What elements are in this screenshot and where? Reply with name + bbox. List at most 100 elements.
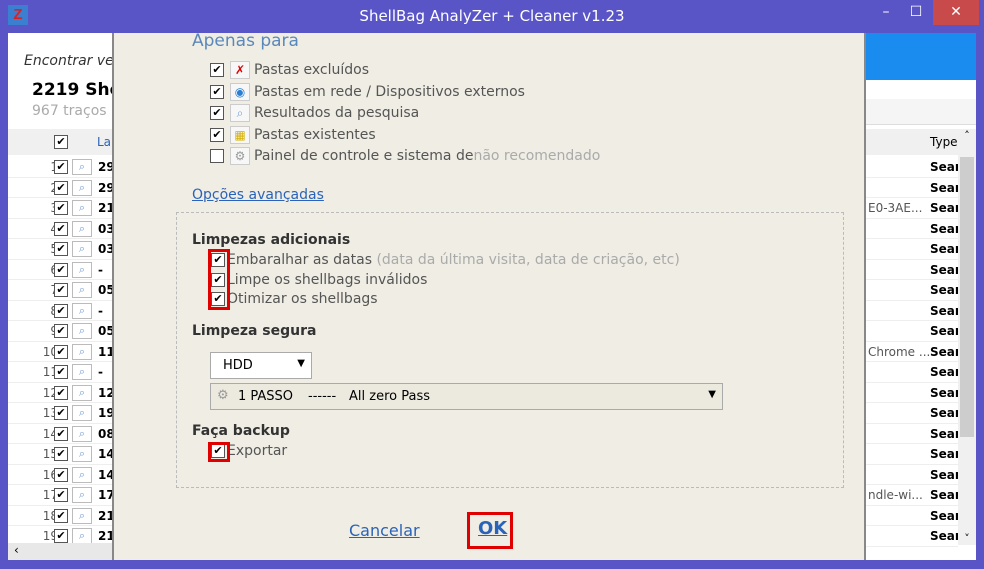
magnifier-icon[interactable]: ⌕ [72,466,92,483]
list-row-right[interactable]: Sear [866,403,958,424]
list-row-right[interactable]: Sear [866,321,958,342]
row-checkbox[interactable]: ✔ [54,529,68,543]
only-for-option[interactable]: ✔ ✗ Pastas excluídos [210,61,369,79]
extra-cleaning-option[interactable]: ✔ Otimizar os shellbags [211,291,378,307]
minimize-button[interactable]: – [872,0,900,25]
list-row-right[interactable]: Sear [866,239,958,260]
list-row[interactable]: 13 ✔ ⌕ 19 [8,403,112,424]
only-for-option[interactable]: ✔ ⌕ Resultados da pesquisa [210,104,419,122]
magnifier-icon[interactable]: ⌕ [72,159,92,175]
only-for-option[interactable]: ✔ ◉ Pastas em rede / Dispositivos externos [210,82,525,101]
list-row[interactable]: 15 ✔ ⌕ 14 [8,444,112,465]
option-checkbox[interactable]: ✔ [210,63,224,77]
list-row-right[interactable]: Sear [866,178,958,198]
list-row-right[interactable]: Sear [866,465,958,485]
magnifier-icon[interactable]: ⌕ [72,343,92,360]
column-header-last[interactable]: La [97,135,111,149]
list-row-right[interactable]: Sear [866,383,958,403]
row-checkbox[interactable]: ✔ [54,344,68,359]
row-checkbox[interactable]: ✔ [54,303,68,318]
list-row-right[interactable]: ndle-wi... Sear [866,485,958,506]
list-row-right[interactable]: Sear [866,362,958,383]
magnifier-icon[interactable]: ⌕ [72,302,92,319]
extra-cleaning-option[interactable]: ✔ Embaralhar as datas (data da última vis… [211,252,680,268]
scroll-up-icon[interactable]: ˄ [958,129,976,142]
list-row-right[interactable]: Sear [866,506,958,526]
horizontal-scrollbar[interactable]: ‹ [8,543,112,560]
vertical-scrollbar[interactable]: ˄ ˅ [958,129,976,545]
row-checkbox[interactable]: ✔ [54,365,68,379]
list-row[interactable]: 14 ✔ ⌕ 08 [8,424,112,444]
maximize-button[interactable]: ☐ [902,0,930,25]
option-checkbox[interactable]: ✔ [210,106,224,120]
magnifier-icon[interactable]: ⌕ [72,507,92,524]
row-checkbox[interactable]: ✔ [54,201,68,215]
magnifier-icon[interactable]: ⌕ [72,364,92,380]
magnifier-icon[interactable]: ⌕ [72,282,92,298]
extra-cleaning-option[interactable]: ✔ Limpe os shellbags inválidos [211,272,427,288]
magnifier-icon[interactable]: ⌕ [72,261,92,278]
list-row[interactable]: 3✔⌕21 [8,198,112,219]
magnifier-icon[interactable]: ⌕ [72,323,92,339]
list-row-right[interactable]: Sear [866,424,958,444]
row-checkbox[interactable]: ✔ [54,283,68,297]
list-row-right[interactable]: Chrome ... Sear [866,342,958,362]
only-for-option[interactable]: ✔ ▦ Pastas existentes [210,125,376,144]
row-checkbox[interactable]: ✔ [54,426,68,441]
list-row[interactable]: 4✔⌕03 [8,219,112,239]
list-row-right[interactable]: Sear [866,526,958,547]
list-row[interactable]: 10 ✔ ⌕ 11 [8,342,112,362]
cancel-button[interactable]: Cancelar [349,521,420,540]
magnifier-icon[interactable]: ⌕ [72,179,92,196]
list-row-right[interactable]: Sear [866,260,958,280]
list-row[interactable]: 6✔⌕- [8,260,112,280]
magnifier-icon[interactable]: ⌕ [72,220,92,237]
row-checkbox[interactable]: ✔ [54,406,68,420]
option-checkbox[interactable] [210,149,224,163]
list-row-right[interactable]: Sear [866,301,958,321]
disk-type-select[interactable]: HDD ▼ [210,352,312,379]
row-checkbox[interactable]: ✔ [54,385,68,400]
list-row[interactable]: 16 ✔ ⌕ 14 [8,465,112,485]
row-checkbox[interactable]: ✔ [54,160,68,174]
list-row-right[interactable]: Sear [866,157,958,178]
list-row[interactable]: 9✔⌕05 [8,321,112,342]
magnifier-icon[interactable]: ⌕ [72,241,92,257]
magnifier-icon[interactable]: ⌕ [72,405,92,421]
only-for-option[interactable]: ⚙ Painel de controle e sistema denão reco… [210,147,600,165]
magnifier-icon[interactable]: ⌕ [72,487,92,503]
magnifier-icon[interactable]: ⌕ [72,425,92,442]
magnifier-icon[interactable]: ⌕ [72,200,92,216]
select-all-checkbox[interactable]: ✔ [54,135,68,149]
wipe-pass-select[interactable]: ⚙ 1 PASSO ------ All zero Pass ▼ [210,383,723,410]
list-row-right[interactable]: Sear [866,280,958,301]
list-row[interactable]: 2✔⌕29 [8,178,112,198]
list-row[interactable]: 11 ✔ ⌕ - [8,362,112,383]
row-checkbox[interactable]: ✔ [54,180,68,195]
list-row-right[interactable]: E0-3AE... Sear [866,198,958,219]
magnifier-icon[interactable]: ⌕ [72,528,92,544]
row-checkbox[interactable]: ✔ [54,488,68,502]
list-row[interactable]: 5✔⌕03 [8,239,112,260]
list-row-right[interactable]: Sear [866,444,958,465]
list-row[interactable]: 12 ✔ ⌕ 12 [8,383,112,403]
row-checkbox[interactable]: ✔ [54,242,68,256]
row-checkbox[interactable]: ✔ [54,262,68,277]
column-header-type[interactable]: Type [930,135,958,149]
option-checkbox[interactable]: ✔ [210,127,224,142]
row-checkbox[interactable]: ✔ [54,508,68,523]
scroll-down-icon[interactable]: ˅ [958,532,976,545]
row-checkbox[interactable]: ✔ [54,221,68,236]
list-row[interactable]: 17 ✔ ⌕ 17 [8,485,112,506]
list-row[interactable]: 18 ✔ ⌕ 21 [8,506,112,526]
advanced-options-link[interactable]: Opções avançadas [192,187,324,203]
list-row[interactable]: 1✔⌕29 [8,157,112,178]
list-row-right[interactable]: Sear [866,219,958,239]
row-checkbox[interactable]: ✔ [54,447,68,461]
scrollbar-thumb[interactable] [960,157,974,437]
list-row[interactable]: 7✔⌕05 [8,280,112,301]
row-checkbox[interactable]: ✔ [54,467,68,482]
magnifier-icon[interactable]: ⌕ [72,384,92,401]
option-checkbox[interactable]: ✔ [210,84,224,99]
row-checkbox[interactable]: ✔ [54,324,68,338]
